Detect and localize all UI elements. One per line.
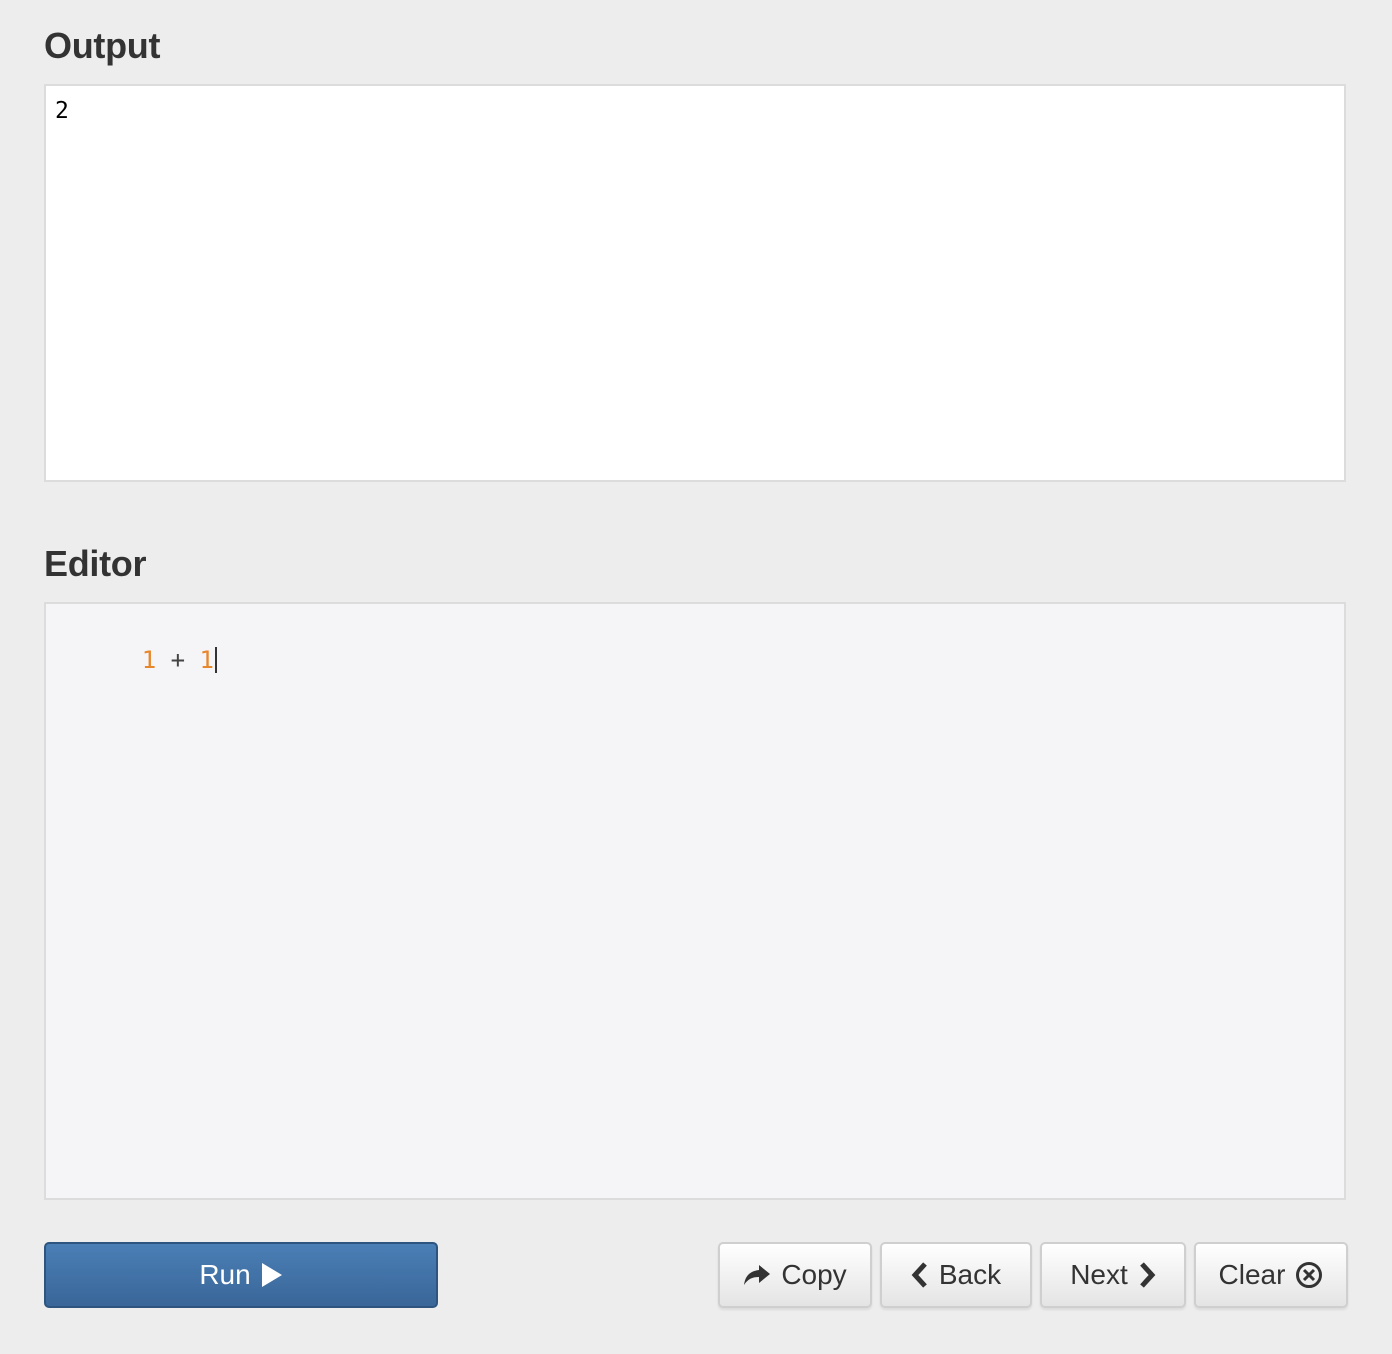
code-token-number: 1 [199,646,214,674]
editor-title: Editor [44,543,147,584]
code-editor[interactable]: 1 + 1 [44,602,1346,1200]
chevron-left-icon [911,1262,929,1288]
copy-button[interactable]: Copy [718,1242,872,1308]
code-token-number: 1 [141,646,157,674]
next-button-label: Next [1070,1259,1128,1290]
clear-button-label: Clear [1218,1259,1286,1290]
chevron-right-icon [1138,1262,1156,1288]
output-panel: 2 [44,84,1346,482]
back-button-label: Back [938,1259,1002,1290]
copy-button-label: Copy [781,1259,847,1290]
output-title: Output [44,25,161,66]
text-cursor [214,647,217,673]
share-arrow-icon [743,1263,771,1287]
play-icon [261,1262,283,1288]
code-line[interactable]: 1 + 1 [55,612,217,708]
circle-x-icon [1295,1261,1323,1289]
code-token-operator: + [156,646,200,674]
back-button[interactable]: Back [880,1242,1032,1308]
next-button[interactable]: Next [1040,1242,1186,1308]
clear-button[interactable]: Clear [1194,1242,1348,1308]
output-text: 2 [55,98,69,124]
run-button[interactable]: Run [44,1242,438,1308]
run-button-label: Run [199,1259,251,1290]
app-root: Output 2 Editor 1 + 1 Run Copy Back Next… [0,0,1392,1354]
